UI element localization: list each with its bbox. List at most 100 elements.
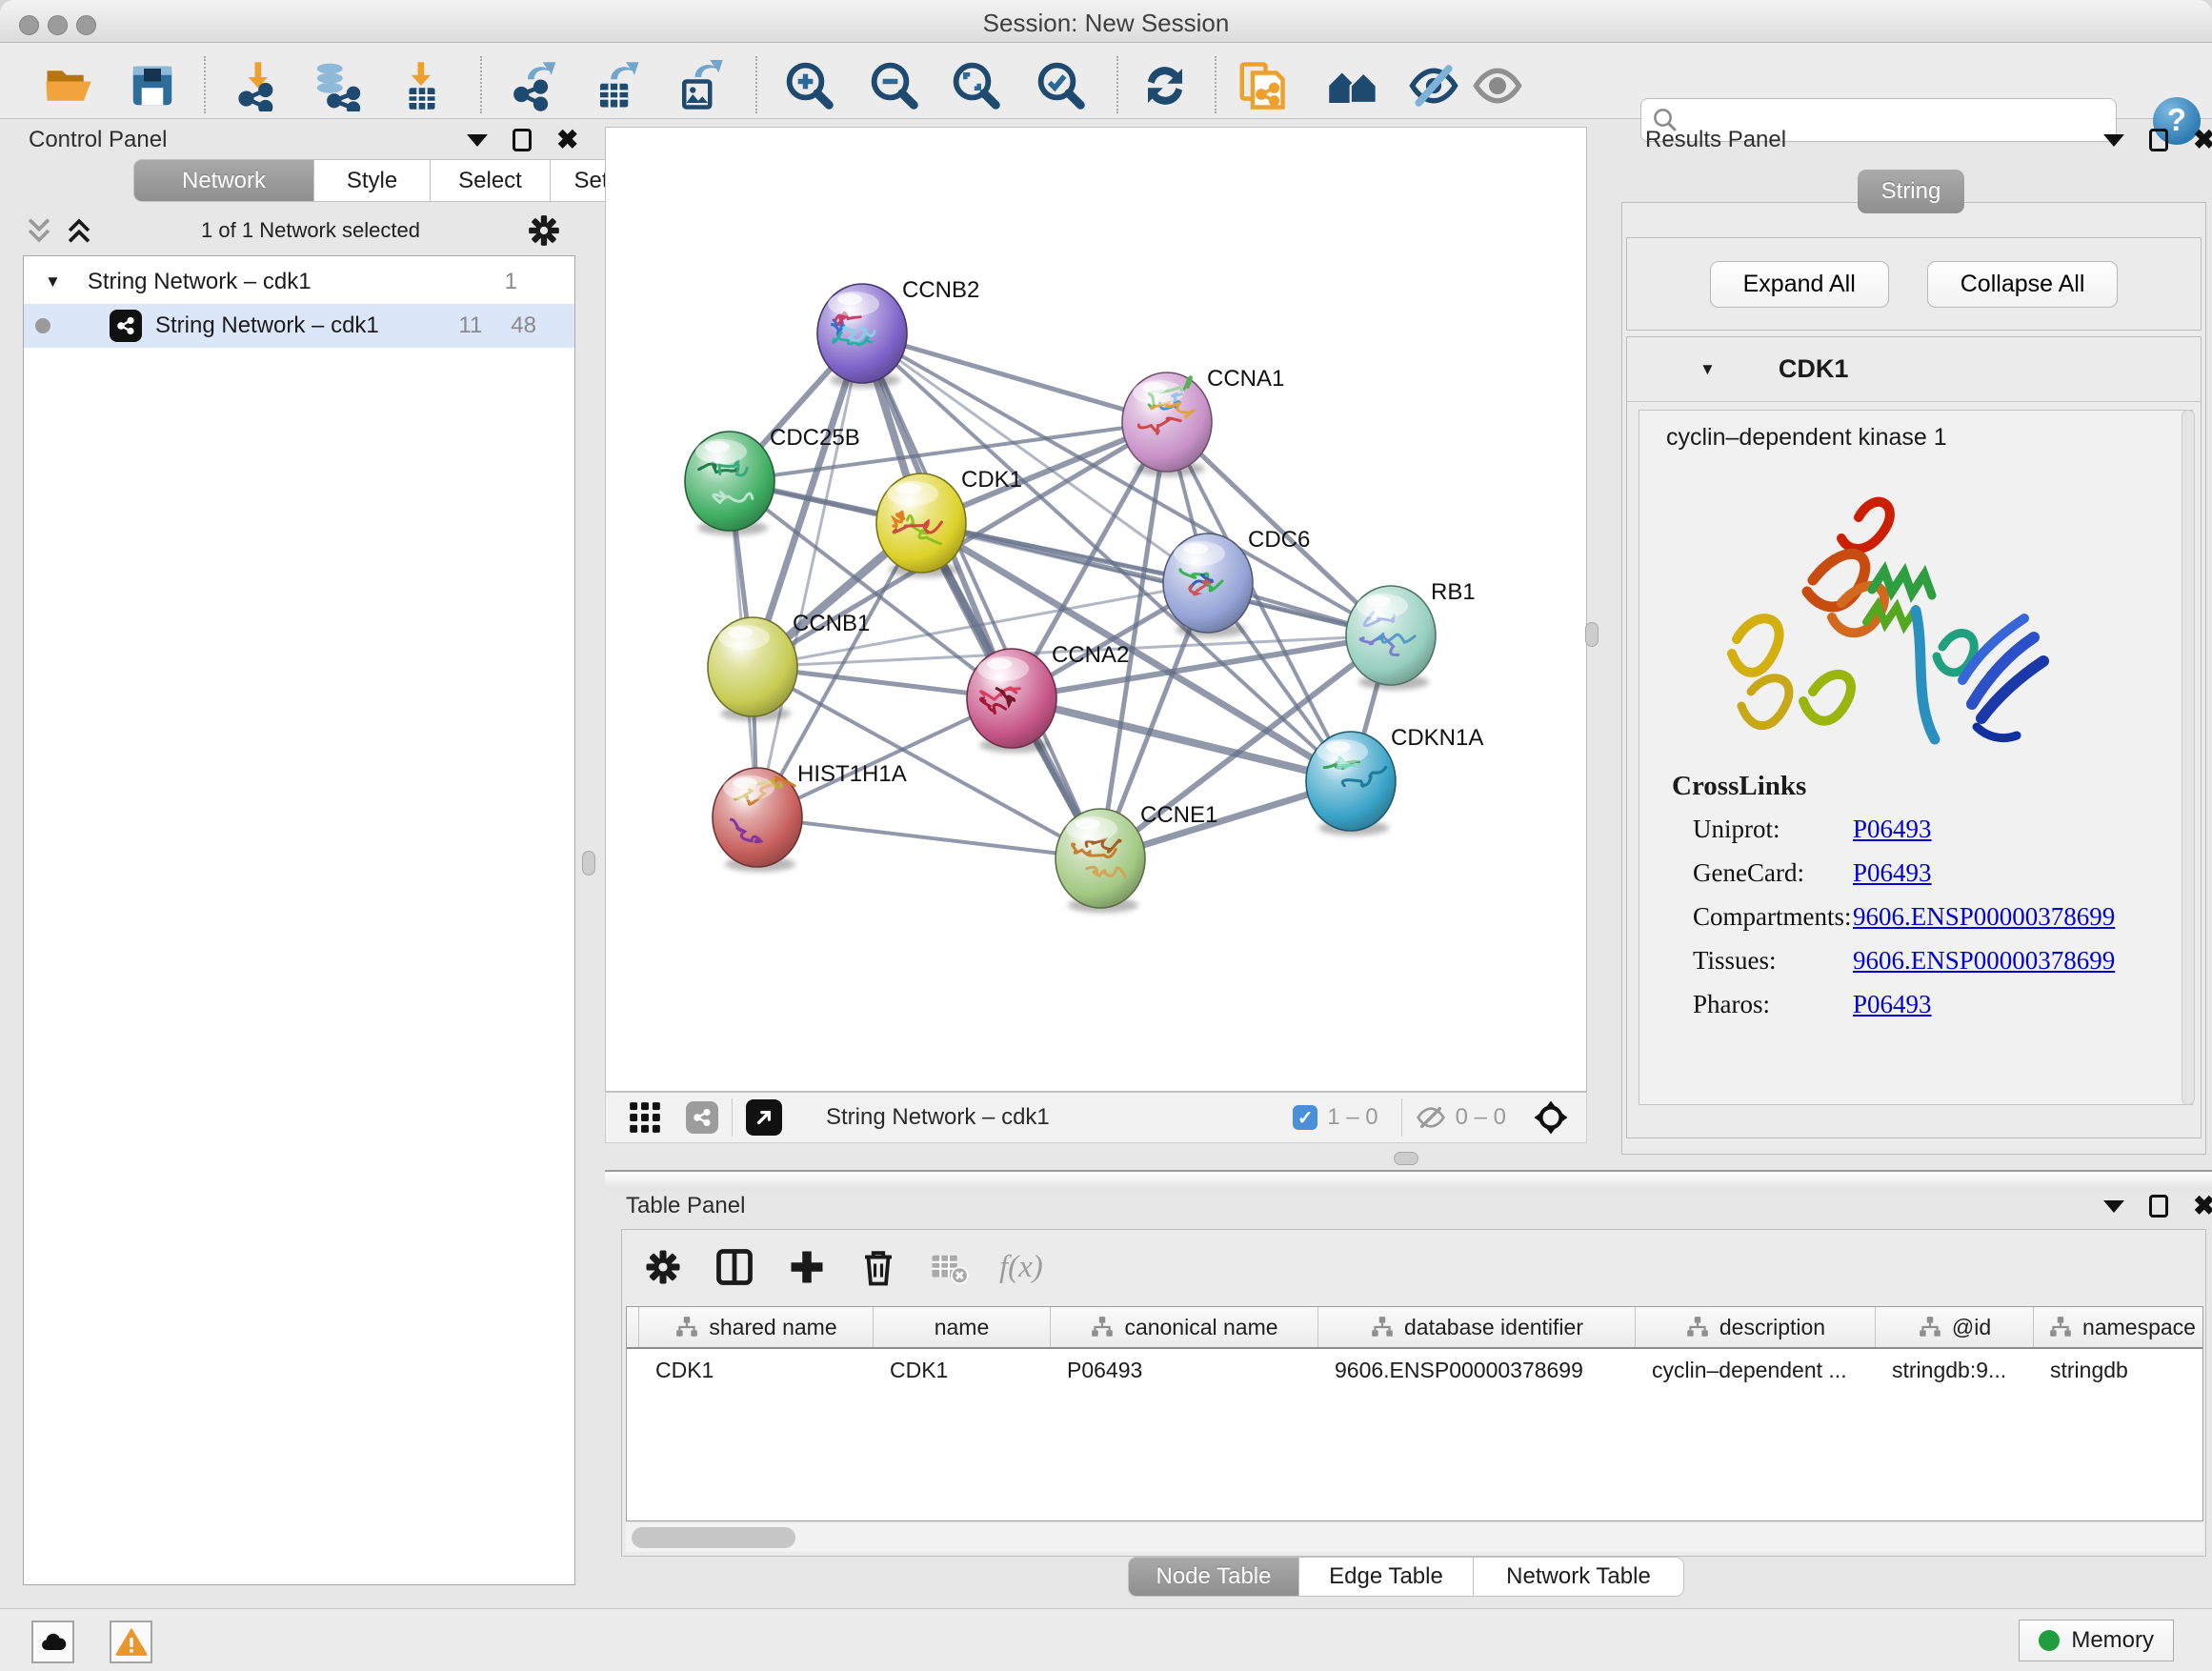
zoom-selected-icon[interactable] [1036, 60, 1087, 111]
show-all-icon[interactable] [1472, 60, 1523, 111]
node-label-CCNB2: CCNB2 [902, 277, 979, 303]
network-node-CDC6[interactable]: CDC6 [1163, 527, 1310, 637]
table-cell[interactable]: CDK1 [873, 1349, 1050, 1391]
table-cell[interactable]: CDK1 [638, 1349, 873, 1391]
table-row[interactable]: CDK1CDK1P064939606.ENSP00000378699cyclin… [627, 1349, 2202, 1391]
open-session-icon[interactable] [43, 60, 94, 111]
network-edge[interactable] [757, 333, 862, 817]
network-node-CCNB1[interactable]: CCNB1 [708, 611, 870, 721]
panel-close-icon[interactable]: ✖ [2193, 129, 2212, 151]
tab-node-table[interactable]: Node Table [1128, 1557, 1299, 1597]
show-column-panel-icon[interactable] [714, 1246, 755, 1288]
node-count: 11 [458, 312, 482, 339]
crosslink-link[interactable]: P06493 [1853, 815, 1932, 858]
export-table-icon[interactable] [592, 60, 643, 111]
hide-selected-icon[interactable] [1408, 60, 1459, 111]
tab-edge-table[interactable]: Edge Table [1299, 1557, 1474, 1597]
column-header-namespace[interactable]: namespace [2033, 1307, 2203, 1347]
selected-checkbox-icon[interactable]: ✓ [1293, 1105, 1317, 1130]
crosslink-link[interactable]: 9606.ENSP00000378699 [1853, 902, 2115, 946]
network-node-CCNB2[interactable]: CCNB2 [817, 277, 979, 388]
cloud-status-button[interactable] [31, 1621, 74, 1663]
right-splitter-handle[interactable] [1585, 622, 1599, 647]
network-graph[interactable]: CCNB2CCNA1CDC25BCDK1CDC6RB1CCNB1CCNA2CDK… [606, 128, 1586, 1091]
tree-expand-icon[interactable]: ▼ [45, 272, 61, 292]
warning-status-button[interactable] [110, 1621, 152, 1663]
birds-eye-navigator-icon[interactable] [1531, 1097, 1571, 1137]
table-horizontal-scrollbar[interactable] [626, 1523, 2203, 1552]
panel-close-icon[interactable]: ✖ [556, 129, 578, 151]
export-image-icon[interactable] [674, 60, 725, 111]
delete-column-icon[interactable] [858, 1247, 898, 1287]
crosslink-link[interactable]: P06493 [1853, 990, 1932, 1034]
network-collection-row[interactable]: ▼ String Network – cdk1 1 [24, 260, 574, 304]
network-view-canvas[interactable]: CCNB2CCNA1CDC25BCDK1CDC6RB1CCNB1CCNA2CDK… [605, 127, 1587, 1092]
zoom-fit-icon[interactable] [951, 60, 1002, 111]
panel-float-icon[interactable] [513, 129, 532, 151]
table-cell[interactable]: stringdb:9... [1875, 1349, 2033, 1391]
crosslink-link[interactable]: P06493 [1853, 858, 1932, 902]
first-neighbors-icon[interactable] [1327, 60, 1378, 111]
gene-section-header[interactable]: ▼ CDK1 [1627, 337, 2201, 402]
network-row[interactable]: String Network – cdk1 11 48 [24, 304, 574, 348]
collapse-all-tree-icon[interactable] [23, 214, 55, 247]
gene-collapse-icon[interactable]: ▼ [1699, 360, 1716, 379]
save-session-icon[interactable] [127, 60, 178, 111]
grid-view-icon[interactable] [627, 1099, 663, 1136]
zoom-out-icon[interactable] [869, 60, 920, 111]
column-header-shared-name[interactable]: shared name [638, 1307, 873, 1347]
tab-select[interactable]: Select [431, 159, 551, 202]
network-node-RB1[interactable]: RB1 [1346, 579, 1476, 690]
import-network-database-icon[interactable] [311, 60, 362, 111]
network-node-CDKN1A[interactable]: CDKN1A [1306, 725, 1483, 836]
network-node-CDC25B[interactable]: CDC25B [685, 425, 860, 535]
tab-network-table[interactable]: Network Table [1474, 1557, 1684, 1597]
import-network-file-icon[interactable] [233, 60, 285, 111]
memory-button[interactable]: Memory [2019, 1620, 2174, 1661]
table-options-gear-icon[interactable] [643, 1247, 683, 1287]
apply-layout-icon[interactable] [1139, 60, 1191, 111]
panel-close-icon[interactable]: ✖ [2193, 1195, 2212, 1218]
network-node-HIST1H1A[interactable]: HIST1H1A [713, 761, 907, 872]
collapse-all-button[interactable]: Collapse All [1927, 261, 2119, 308]
network-view-mode-icon[interactable] [686, 1101, 718, 1134]
network-node-CCNA2[interactable]: CCNA2 [967, 642, 1129, 753]
panel-float-icon[interactable] [2149, 129, 2168, 151]
zoom-in-icon[interactable] [784, 60, 835, 111]
panel-menu-icon[interactable] [467, 134, 488, 147]
tab-style[interactable]: Style [314, 159, 431, 202]
column-header-description[interactable]: description [1635, 1307, 1875, 1347]
left-splitter-handle[interactable] [582, 851, 595, 876]
panel-float-icon[interactable] [2149, 1195, 2168, 1218]
table-cell[interactable]: cyclin–dependent ... [1635, 1349, 1875, 1391]
copy-network-icon[interactable] [1236, 60, 1287, 111]
toolbar-separator [480, 56, 482, 113]
tab-network[interactable]: Network [133, 159, 314, 202]
panel-menu-icon[interactable] [2103, 134, 2124, 147]
detach-view-icon[interactable] [746, 1099, 782, 1136]
scrollbar-thumb[interactable] [632, 1527, 795, 1548]
network-edge[interactable] [757, 817, 1100, 858]
table-cell[interactable]: 9606.ENSP00000378699 [1317, 1349, 1635, 1391]
network-node-CCNE1[interactable]: CCNE1 [1056, 802, 1217, 913]
table-cell[interactable]: stringdb [2033, 1349, 2203, 1391]
import-table-file-icon[interactable] [396, 60, 448, 111]
panel-menu-icon[interactable] [2103, 1200, 2124, 1213]
crosslink-link[interactable]: 9606.ENSP00000378699 [1853, 946, 2115, 990]
results-vertical-scrollbar[interactable] [2182, 410, 2195, 1105]
create-column-icon[interactable] [786, 1246, 828, 1288]
table-cell[interactable]: P06493 [1050, 1349, 1317, 1391]
results-panel-title: Results Panel [1645, 127, 1786, 153]
column-header-canonical-name[interactable]: canonical name [1050, 1307, 1317, 1347]
column-header-name[interactable]: name [873, 1307, 1050, 1347]
node-table[interactable]: shared namenamecanonical namedatabase id… [626, 1306, 2203, 1521]
expand-all-tree-icon[interactable] [63, 214, 95, 247]
column-header--id[interactable]: @id [1875, 1307, 2033, 1347]
network-options-gear-icon[interactable] [526, 212, 562, 249]
expand-all-button[interactable]: Expand All [1710, 261, 1889, 308]
column-header-database-identifier[interactable]: database identifier [1317, 1307, 1635, 1347]
tab-string[interactable]: String [1858, 170, 1964, 213]
bottom-splitter-handle[interactable] [1394, 1152, 1418, 1165]
export-network-icon[interactable] [511, 60, 562, 111]
toolbar-separator [755, 56, 757, 113]
